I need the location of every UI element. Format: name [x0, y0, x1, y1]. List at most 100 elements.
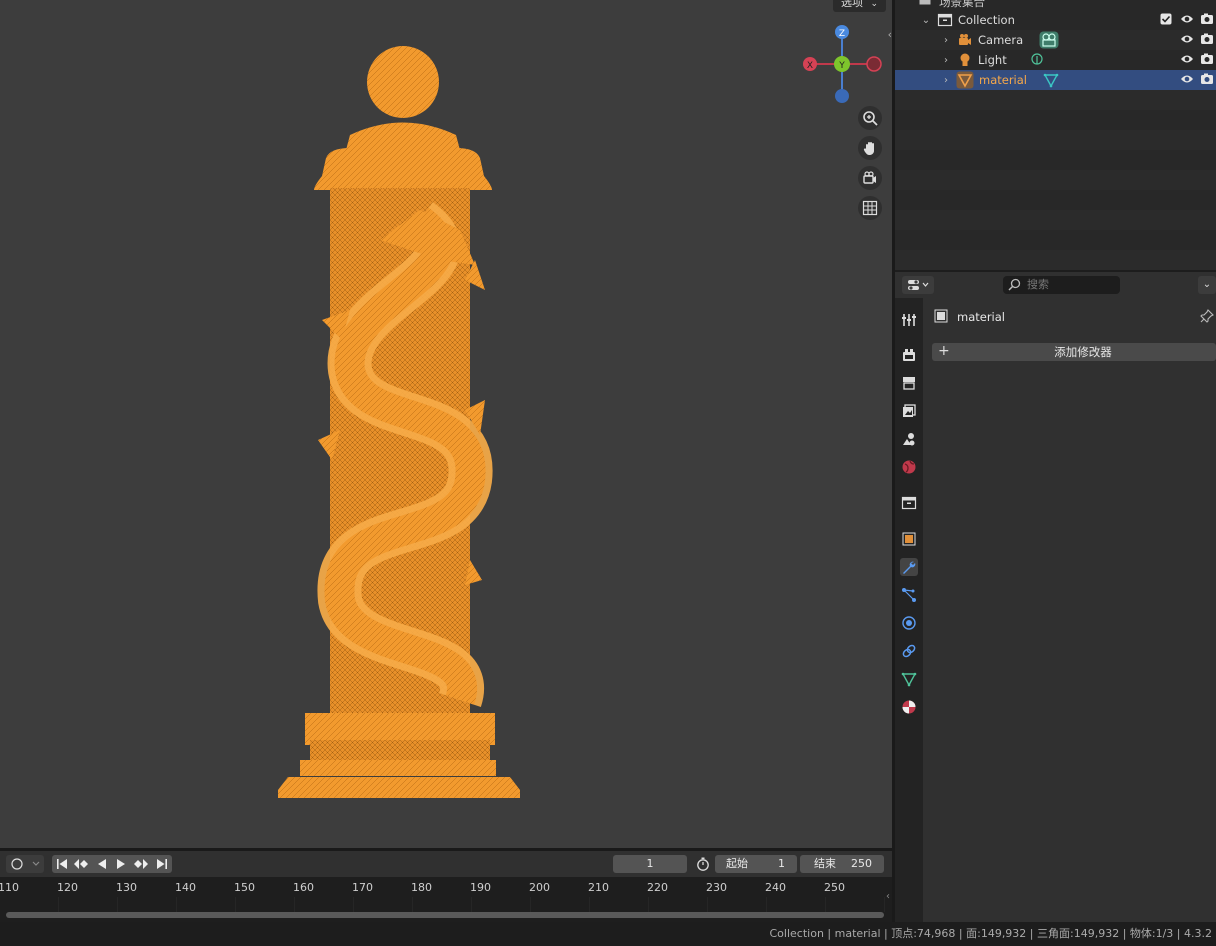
- camera-data-icon[interactable]: [1039, 31, 1055, 47]
- render-camera-icon[interactable]: [1200, 13, 1214, 27]
- properties-editor-icon: [906, 278, 930, 292]
- outliner-row-material[interactable]: › material: [895, 70, 1216, 90]
- chevron-down-icon[interactable]: ⌄: [1198, 276, 1216, 294]
- grid-ortho-icon[interactable]: [858, 196, 882, 220]
- modifier-icon[interactable]: [900, 558, 918, 576]
- keyframe-record-toggle[interactable]: [6, 855, 44, 873]
- collection-label: Collection: [958, 13, 1015, 27]
- frame-tick-label: 230: [706, 881, 727, 894]
- collection-icon[interactable]: [900, 494, 918, 512]
- add-modifier-button[interactable]: + 添加修改器: [932, 343, 1216, 361]
- frame-tick-label: 130: [116, 881, 137, 894]
- eye-icon[interactable]: [1180, 53, 1194, 67]
- view-layer-icon[interactable]: [900, 402, 918, 420]
- options-dropdown[interactable]: 选项 ⌄: [833, 0, 886, 12]
- frame-tick-label: 120: [57, 881, 78, 894]
- frame-tick-label: 250: [824, 881, 845, 894]
- frame-tick-label: 190: [470, 881, 491, 894]
- start-label: 起始: [726, 855, 748, 873]
- chevron-right-icon[interactable]: ›: [941, 35, 951, 46]
- play-icon[interactable]: [112, 856, 130, 872]
- render-camera-icon[interactable]: [1200, 33, 1214, 47]
- navigation-gizmo[interactable]: X Z Y: [800, 22, 884, 106]
- constraints-icon[interactable]: [900, 642, 918, 660]
- frame-tick-label: 240: [765, 881, 786, 894]
- eye-icon[interactable]: [1180, 13, 1194, 27]
- mesh-data-icon[interactable]: [1043, 72, 1059, 88]
- jump-start-icon[interactable]: [53, 856, 71, 872]
- tool-icon[interactable]: [900, 311, 918, 329]
- particles-icon[interactable]: [900, 586, 918, 604]
- light-data-icon[interactable]: [1029, 52, 1045, 68]
- record-circle-icon: [6, 855, 44, 873]
- gizmo-x-label: X: [807, 61, 813, 71]
- collection-icon: [937, 12, 953, 28]
- outliner-empty-row: [895, 210, 1216, 230]
- chevron-right-icon[interactable]: ›: [941, 75, 951, 86]
- timeline-scrollbar[interactable]: [6, 912, 884, 918]
- end-frame-field[interactable]: 结束 250: [800, 855, 884, 873]
- properties-search-input[interactable]: 搜索: [1003, 276, 1120, 294]
- camera-view-icon[interactable]: [858, 166, 882, 190]
- chevron-right-icon[interactable]: ›: [941, 55, 951, 66]
- outliner-panel[interactable]: 场景集合 ⌄ Collection › Camera: [895, 0, 1216, 270]
- light-label: Light: [978, 53, 1007, 67]
- search-placeholder: 搜索: [1027, 276, 1049, 294]
- current-frame-field[interactable]: 1: [613, 855, 687, 873]
- object-icon[interactable]: [900, 530, 918, 548]
- eye-icon[interactable]: [1180, 33, 1194, 47]
- camera-label: Camera: [978, 33, 1023, 47]
- outliner-empty-row: [895, 170, 1216, 190]
- render-camera-icon[interactable]: [1200, 53, 1214, 67]
- options-label: 选项: [841, 0, 863, 9]
- material-icon[interactable]: [900, 698, 918, 716]
- prev-keyframe-icon[interactable]: [72, 856, 90, 872]
- checkbox-icon[interactable]: [1160, 13, 1174, 27]
- object-name: material: [957, 310, 1005, 324]
- timeline-ruler[interactable]: 1101201301401501601701801902002102202302…: [0, 877, 892, 922]
- physics-icon[interactable]: [900, 614, 918, 632]
- hand-pan-icon[interactable]: [858, 136, 882, 160]
- mesh-object-icon: [956, 71, 972, 87]
- status-text: Collection | material | 顶点:74,968 | 面:14…: [770, 927, 1216, 940]
- eye-icon[interactable]: [1180, 73, 1194, 87]
- data-icon[interactable]: [900, 670, 918, 688]
- timeline-track: [0, 897, 892, 912]
- frame-tick-label: 140: [175, 881, 196, 894]
- properties-tab-bar: [895, 298, 923, 922]
- render-camera-icon[interactable]: [1200, 73, 1214, 87]
- frame-tick-label: 210: [588, 881, 609, 894]
- scene-collection-icon: [919, 0, 935, 10]
- 3d-viewport[interactable]: 选项 ⌄ ‹ X Z Y: [0, 0, 892, 848]
- chevron-down-icon: ⌄: [870, 0, 878, 9]
- outliner-row-light[interactable]: › Light: [895, 50, 1216, 70]
- start-value: 1: [778, 855, 785, 873]
- play-reverse-icon[interactable]: [93, 856, 111, 872]
- end-value: 250: [851, 855, 872, 873]
- outliner-row-camera[interactable]: › Camera: [895, 30, 1216, 50]
- outliner-row-collection[interactable]: ⌄ Collection: [895, 10, 1216, 30]
- collapse-arrow-icon[interactable]: ‹: [886, 891, 890, 902]
- outliner-empty-row: [895, 130, 1216, 150]
- outliner-empty-row: [895, 250, 1216, 270]
- chevron-down-icon[interactable]: ⌄: [921, 15, 931, 26]
- gizmo-z-label: Z: [839, 29, 845, 39]
- frame-tick-label: 220: [647, 881, 668, 894]
- world-icon[interactable]: [900, 458, 918, 476]
- render-icon[interactable]: [900, 346, 918, 364]
- modifier-properties: material: [923, 298, 1216, 922]
- editor-type-dropdown[interactable]: [902, 276, 934, 294]
- frame-tick-label: 170: [352, 881, 373, 894]
- scene-icon[interactable]: [900, 430, 918, 448]
- scene-collection-label: 场景集合: [939, 0, 985, 10]
- stopwatch-icon[interactable]: [693, 854, 713, 874]
- frame-tick-label: 200: [529, 881, 550, 894]
- outliner-row-scene-collection[interactable]: 场景集合: [895, 0, 1216, 10]
- zoom-icon[interactable]: [858, 106, 882, 130]
- start-frame-field[interactable]: 起始 1: [715, 855, 797, 873]
- dragon-pillar-mesh[interactable]: [270, 40, 530, 810]
- jump-end-icon[interactable]: [153, 856, 171, 872]
- pin-icon[interactable]: [1200, 309, 1214, 326]
- output-icon[interactable]: [900, 374, 918, 392]
- next-keyframe-icon[interactable]: [132, 856, 150, 872]
